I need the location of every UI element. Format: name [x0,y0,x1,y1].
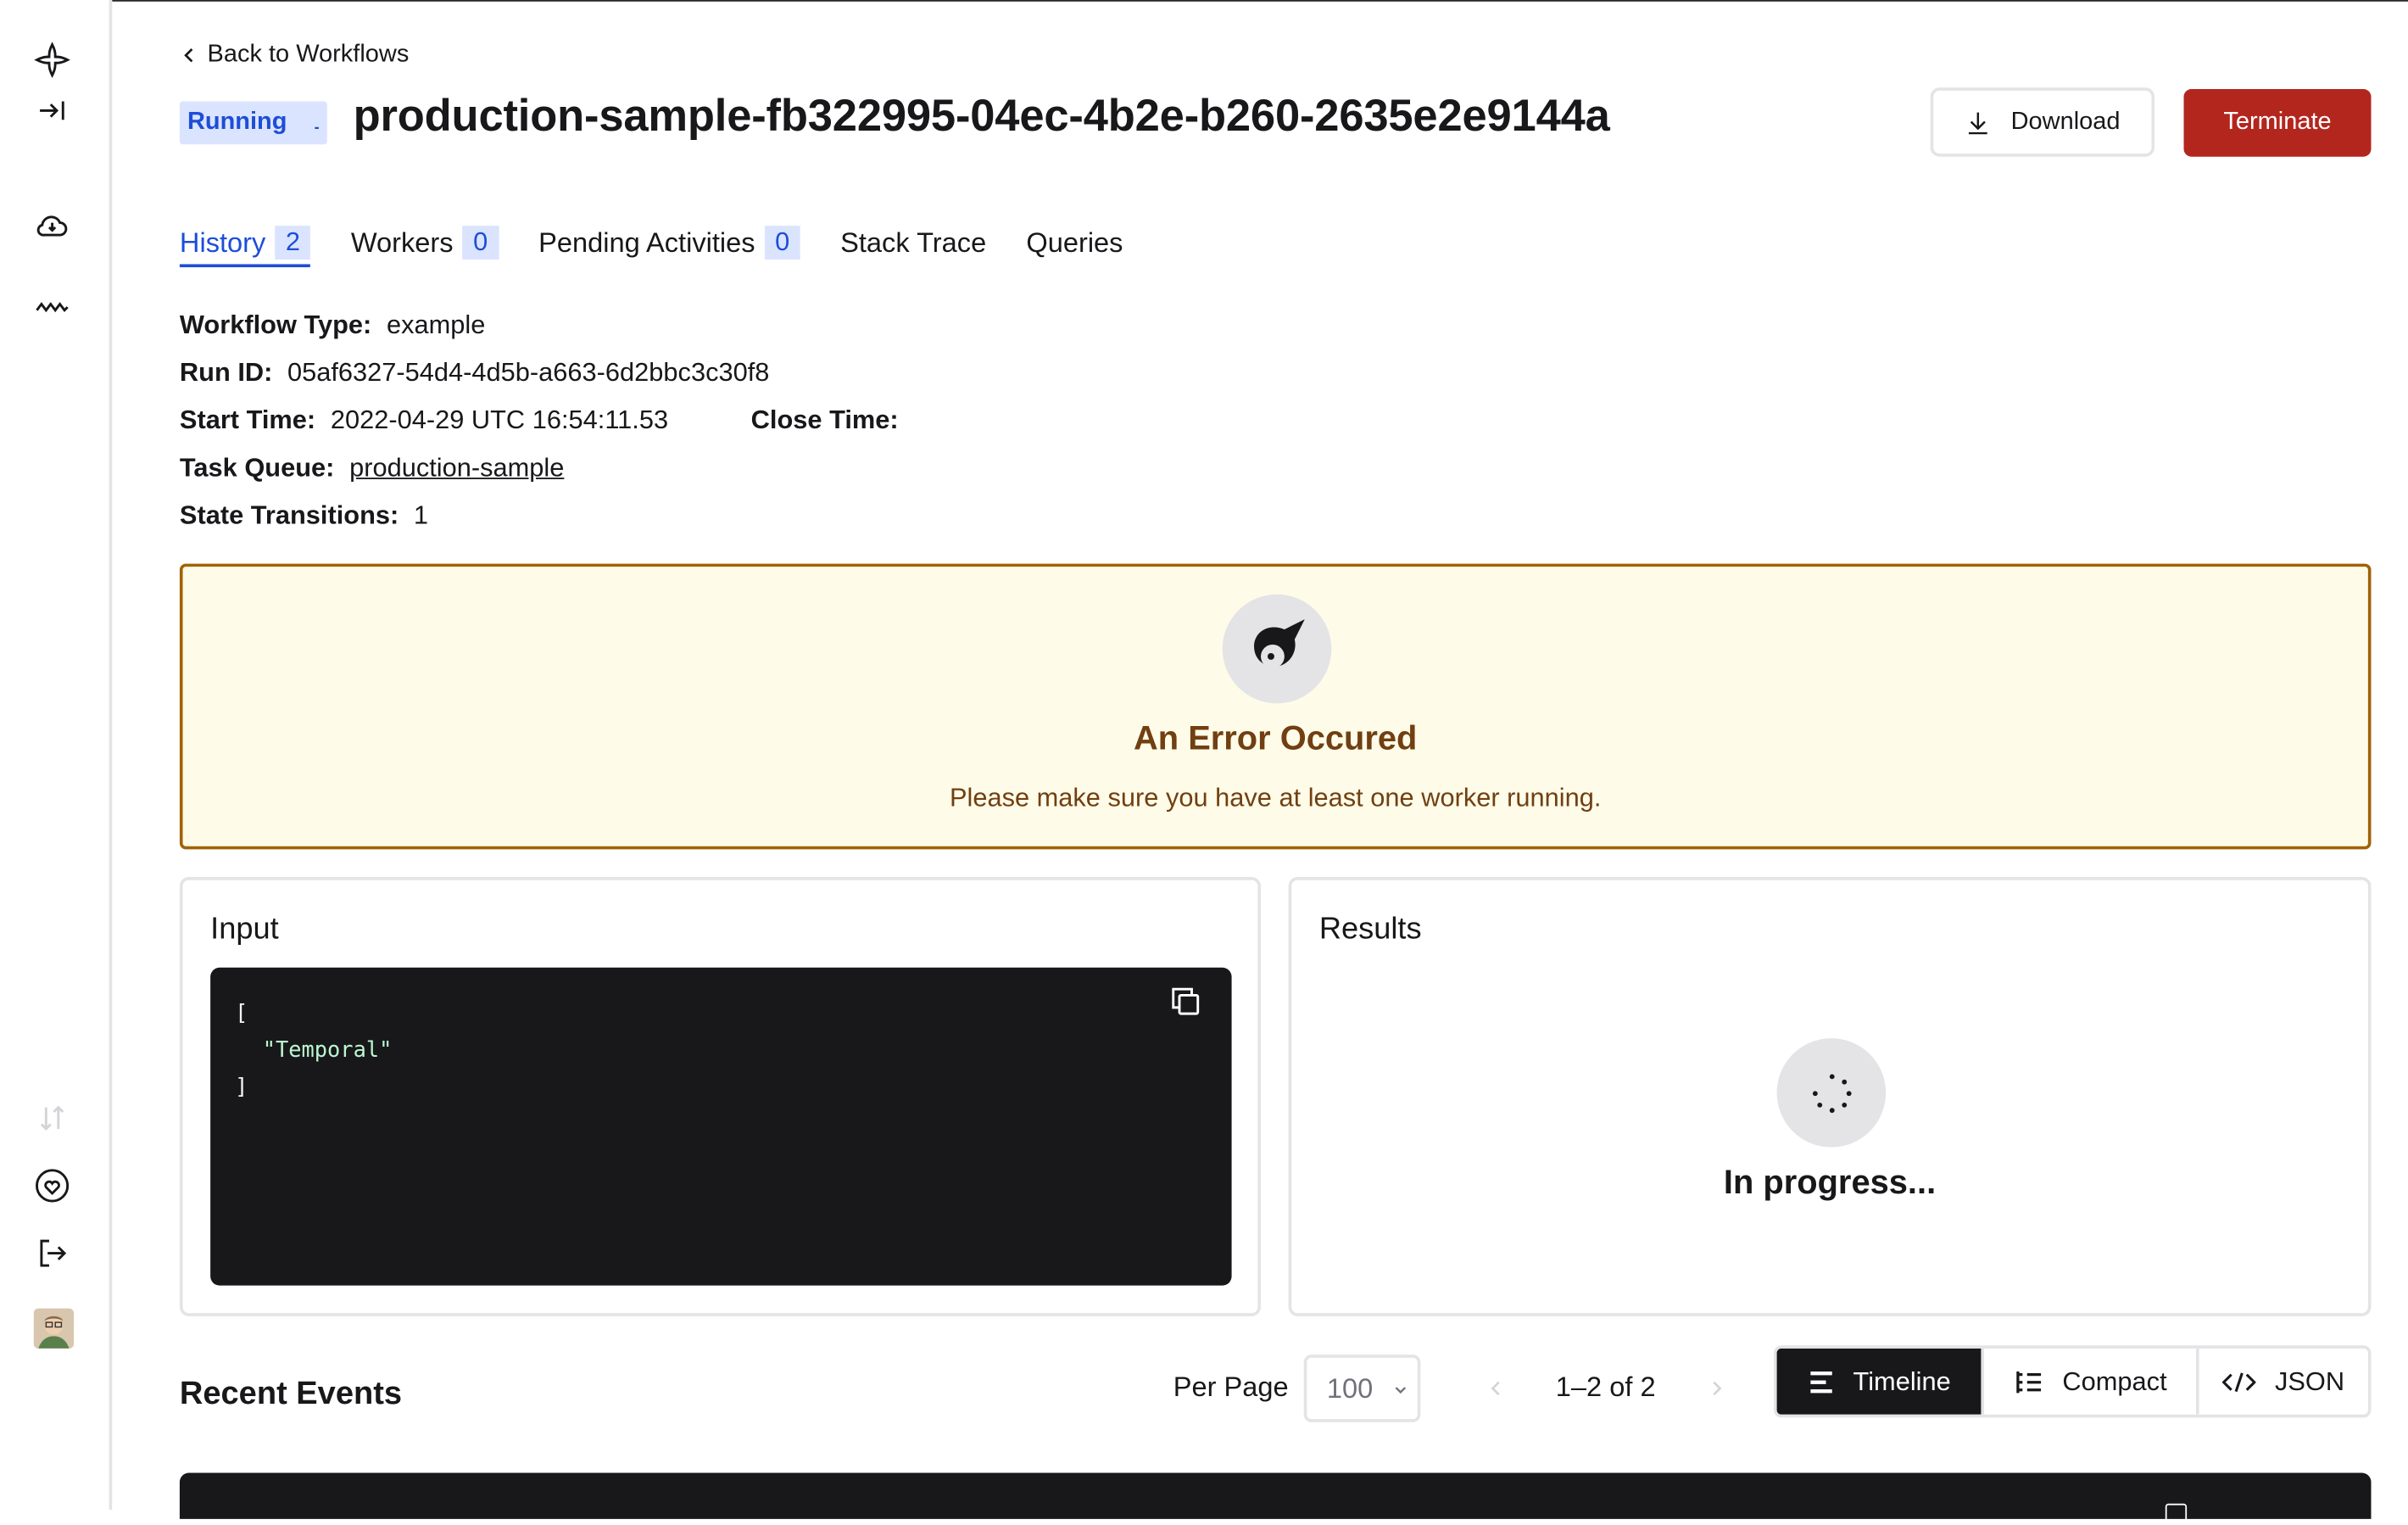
code-string-value: "Temporal" [262,1038,393,1064]
top-border [0,0,2408,2]
tab-label: Stack Trace [840,226,987,258]
logo-icon[interactable] [31,38,74,81]
cloud-icon[interactable] [31,204,74,248]
compact-icon [2016,1371,2042,1393]
app-root: Back to Workflows Running - production-s… [0,0,2408,1525]
page-title: production-sample-fb322995-04ec-4b2e-b26… [353,92,1610,142]
task-queue-link[interactable]: production-sample [349,453,564,482]
code-open-bracket: [ [235,1001,248,1026]
per-page-value: 100 [1326,1371,1374,1404]
per-page-select[interactable]: 100 [1303,1355,1421,1422]
tab-history[interactable]: History 2 [179,221,311,268]
run-id-label: Run ID: [179,357,273,388]
status-label: Running [187,109,287,136]
spinner-icon [1776,1038,1887,1148]
status-dash-icon: - [314,120,320,137]
expand-all-checkbox[interactable] [2165,1503,2188,1525]
tab-stack-trace[interactable]: Stack Trace [840,221,986,265]
workflow-type-value: example [386,310,486,340]
tab-count: 2 [275,226,311,260]
run-id-row: Run ID: 05af6327-54d4-4d5b-a663-6d2bbc3c… [180,358,770,388]
json-view-button[interactable]: JSON [2196,1348,2368,1415]
next-page-icon[interactable] [1708,1376,1726,1400]
collapse-icon[interactable] [31,89,74,132]
tab-label: History [179,226,266,258]
compact-view-button[interactable]: Compact [1981,1348,2196,1415]
back-to-workflows-link[interactable]: Back to Workflows [180,42,409,70]
close-time-row: Close Time: [751,405,906,436]
close-time-label: Close Time: [750,405,899,435]
events-table-header [179,1472,2372,1525]
tab-label: Pending Activities [538,226,755,258]
recent-events-title: Recent Events [179,1376,403,1412]
results-title: Results [1318,912,1422,947]
timeline-label: Timeline [1853,1366,1951,1396]
terminate-button[interactable]: Terminate [2183,89,2372,157]
tab-label: Workers [350,226,454,258]
timeline-view-button[interactable]: Timeline [1776,1348,1982,1415]
error-message: Please make sure you have at least one w… [949,783,1602,813]
in-progress-label: In progress... [1723,1162,1937,1202]
workflow-type-row: Workflow Type: example [180,310,485,341]
tab-count: 0 [462,226,499,260]
workflow-type-label: Workflow Type: [179,310,372,340]
activity-icon[interactable] [31,286,74,329]
tab-label: Queries [1026,226,1123,258]
input-code-block[interactable]: [ "Temporal" ] [210,967,1232,1286]
error-alert: An Error Occured Please make sure you ha… [179,563,2372,850]
tab-bar: History 2 Workers 0 Pending Activities 0… [179,221,1123,268]
start-time-value: 2022-04-29 UTC 16:54:11.53 [330,405,669,435]
download-label: Download [2010,108,2121,135]
per-page-label: Per Page [1173,1371,1289,1403]
start-time-label: Start Time: [179,405,316,435]
tab-pending-activities[interactable]: Pending Activities 0 [538,221,801,265]
logout-icon[interactable] [31,1232,74,1275]
task-queue-label: Task Queue: [179,453,335,483]
chevron-left-icon [184,47,193,63]
chevron-down-icon [1395,1387,1407,1394]
code-icon [2222,1371,2257,1392]
status-badge: Running - [179,101,327,145]
state-transitions-row: State Transitions: 1 [180,500,428,531]
state-transitions-value: 1 [413,500,429,530]
sidebar [0,0,113,1511]
view-toggle-group: Timeline Compact JSON [1773,1345,2372,1418]
timeline-icon [1809,1371,1832,1393]
task-queue-row: Task Queue: production-sample [180,453,564,483]
state-transitions-label: State Transitions: [179,500,399,530]
download-button[interactable]: Download [1930,87,2155,157]
comet-icon [1222,594,1332,704]
results-card: Results In progress... [1288,876,2372,1316]
avatar[interactable] [33,1308,74,1349]
input-title: Input [210,912,279,947]
back-label: Back to Workflows [207,41,410,68]
start-time-row: Start Time: 2022-04-29 UTC 16:54:11.53 [180,405,668,436]
heart-icon[interactable] [31,1165,74,1208]
previous-page-icon[interactable] [1486,1376,1505,1400]
input-card: Input [ "Temporal" ] [179,876,1261,1316]
copy-icon[interactable] [1168,983,1204,1019]
download-icon [1969,111,1988,134]
code-close-bracket: ] [235,1075,248,1100]
json-label: JSON [2274,1366,2345,1396]
tab-queries[interactable]: Queries [1026,221,1123,265]
compact-label: Compact [2062,1366,2167,1396]
run-id-value: 05af6327-54d4-4d5b-a663-6d2bbc3c30f8 [287,357,770,388]
pagination-text: 1–2 of 2 [1555,1371,1656,1403]
error-title: An Error Occured [1134,718,1418,757]
tab-count: 0 [764,226,801,260]
sort-icon[interactable] [31,1097,74,1140]
tab-workers[interactable]: Workers 0 [351,221,499,265]
